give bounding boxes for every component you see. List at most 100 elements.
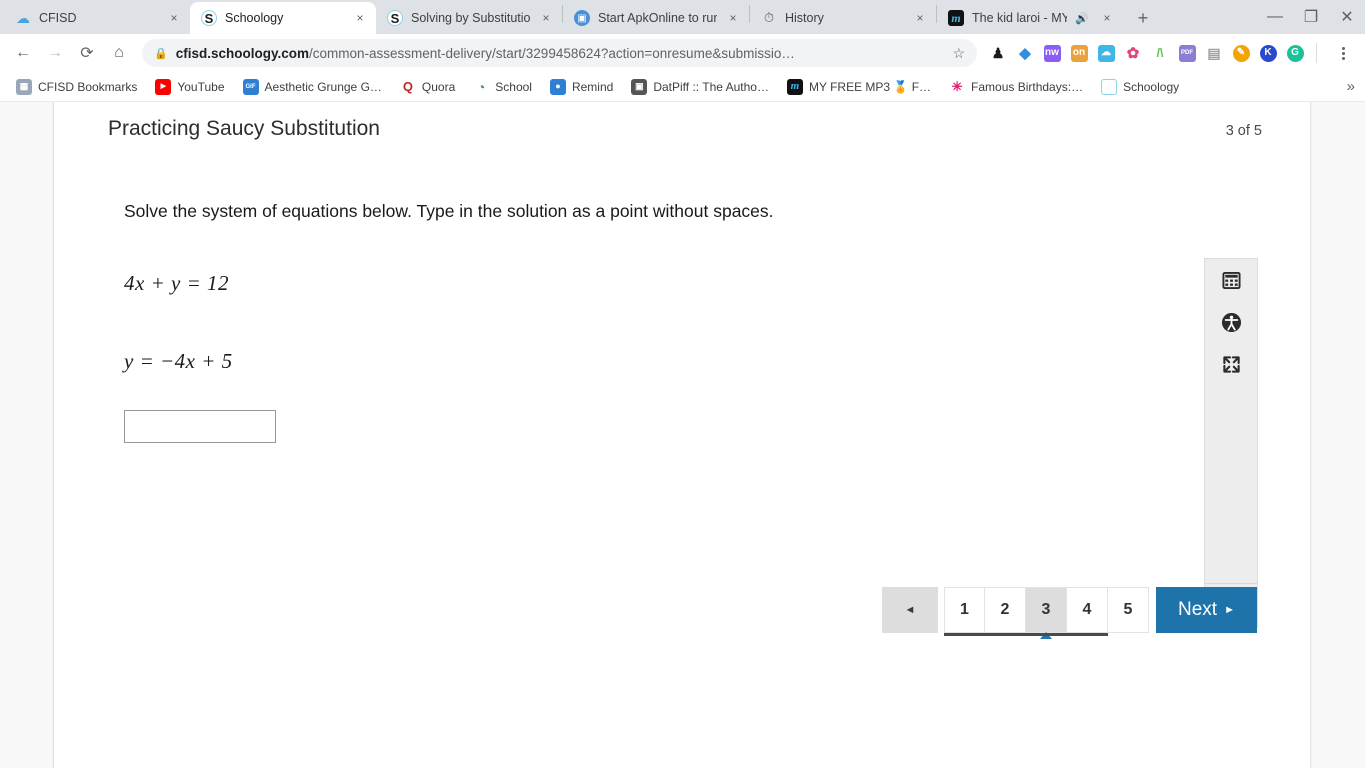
bookmark-label: CFISD Bookmarks	[38, 79, 138, 94]
pagination-page-5[interactable]: 5	[1108, 587, 1149, 633]
apk-icon: ▣	[574, 10, 590, 26]
page-viewport: Practicing Saucy Substitution 3 of 5 Sol…	[0, 102, 1365, 768]
bookmark-label: Famous Birthdays:…	[971, 79, 1084, 94]
next-button[interactable]: Next ►	[1156, 587, 1257, 633]
pagination-page-3[interactable]: 3	[1026, 587, 1067, 633]
url-domain: cfisd.schoology.com	[175, 45, 309, 61]
pagination-page-2[interactable]: 2	[985, 587, 1026, 633]
browser-menu-button[interactable]	[1329, 39, 1357, 67]
bookmark-schoology[interactable]: S Schoology	[1093, 75, 1187, 99]
fullscreen-icon[interactable]	[1204, 343, 1258, 385]
bookmark-aesthetic-grunge[interactable]: GIF Aesthetic Grunge G…	[235, 75, 390, 99]
browser-tab-cfisd[interactable]: ☁ CFISD ×	[4, 2, 190, 34]
bookmark-cfisd-bookmarks[interactable]: ▦ CFISD Bookmarks	[8, 75, 145, 99]
stack-gray-extension-icon[interactable]: ▤	[1201, 40, 1227, 66]
quora-icon: Q	[402, 79, 413, 94]
star-icon: ✳	[951, 79, 963, 94]
cloud-glyph: ☁	[1097, 44, 1115, 62]
tab-close-icon[interactable]: ×	[538, 10, 554, 26]
tab-title: CFISD	[39, 11, 77, 25]
cloud-icon: ☁	[16, 10, 30, 26]
kami-glyph: K	[1259, 44, 1277, 62]
extensions-area: ♟ ◆ nw on ☁ ✿ /\ PDF ▤ ✎ K G	[985, 40, 1308, 66]
maximize-icon[interactable]: ❐	[1293, 1, 1329, 33]
home-icon[interactable]: ⌂	[104, 38, 134, 68]
moon-on-extension-icon[interactable]: on	[1066, 40, 1092, 66]
diamond-glyph: ◆	[1019, 44, 1031, 62]
question-body: Solve the system of equations below. Typ…	[54, 141, 1310, 443]
bookmarks-overflow-button[interactable]: »	[1347, 78, 1355, 95]
forward-icon[interactable]: →	[40, 38, 70, 68]
pagination-page-4[interactable]: 4	[1067, 587, 1108, 633]
pagination-page-1[interactable]: 1	[944, 587, 985, 633]
bookmark-quora[interactable]: Q Quora	[392, 75, 463, 99]
tab-close-icon[interactable]: ×	[725, 10, 741, 26]
back-icon[interactable]: ←	[8, 38, 38, 68]
mp3-icon: m	[786, 78, 803, 95]
remind-icon: ●	[549, 78, 566, 95]
wheel-glyph: ✿	[1126, 44, 1140, 62]
ninja-extension-icon[interactable]: ♟	[985, 40, 1011, 66]
assessment-header: Practicing Saucy Substitution 3 of 5	[54, 102, 1310, 141]
browser-tab-schoology[interactable]: S Schoology ×	[190, 2, 376, 34]
diamond-extension-icon[interactable]: ◆	[1012, 40, 1038, 66]
datpiff-icon: ▣	[631, 78, 648, 95]
puzzle-nw-extension-icon[interactable]: nw	[1039, 40, 1065, 66]
slash-a-extension-icon[interactable]: /\	[1147, 40, 1173, 66]
color-wheel-extension-icon[interactable]: ✿	[1120, 40, 1146, 66]
tab-close-icon[interactable]: ×	[912, 10, 928, 26]
close-window-icon[interactable]: ✕	[1329, 1, 1365, 33]
assessment-card: Practicing Saucy Substitution 3 of 5 Sol…	[53, 102, 1311, 768]
bookmark-youtube[interactable]: ▶ YouTube	[147, 75, 232, 99]
bookmarks-bar: ▦ CFISD Bookmarks ▶ YouTube GIF Aestheti…	[0, 72, 1365, 102]
ninja-glyph: ♟	[991, 45, 1005, 61]
browser-tab-history[interactable]: ⏱ History ×	[750, 2, 936, 34]
minimize-icon[interactable]: —	[1257, 1, 1293, 33]
bookmark-label: Quora	[421, 79, 456, 94]
pdf-glyph: PDF	[1178, 44, 1196, 62]
nw-glyph: nw	[1043, 44, 1061, 62]
tab-audio-icon[interactable]: 🔊	[1075, 12, 1089, 25]
browser-tab-music[interactable]: m The kid laroi - MYF 🔊 ×	[937, 2, 1123, 34]
bookmark-star-icon[interactable]: ☆	[952, 45, 965, 62]
bookmark-school[interactable]: ◔ School	[465, 75, 540, 99]
reload-icon[interactable]: ⟳	[72, 38, 102, 68]
kami-extension-icon[interactable]: K	[1255, 40, 1281, 66]
browser-tab-solving-by-substitution[interactable]: S Solving by Substitution ×	[376, 2, 562, 34]
g-glyph: G	[1286, 44, 1304, 62]
stack-glyph: ▤	[1207, 45, 1221, 61]
bookmark-datpiff[interactable]: ▣ DatPiff :: The Autho…	[623, 75, 777, 99]
grammarly-glyph: ✎	[1232, 44, 1250, 62]
grammar-g-extension-icon[interactable]: G	[1282, 40, 1308, 66]
toolbar-divider	[1316, 43, 1317, 63]
accessibility-icon[interactable]	[1204, 301, 1258, 343]
folder-icon: ▦	[16, 78, 32, 95]
schoology-icon: S	[1101, 78, 1118, 95]
lock-icon: 🔒	[154, 47, 168, 60]
grammarly-extension-icon[interactable]: ✎	[1228, 40, 1254, 66]
tab-title: Solving by Substitution	[411, 11, 530, 25]
page-title: Practicing Saucy Substitution	[108, 117, 380, 140]
bookmark-famous-birthdays[interactable]: ✳ Famous Birthdays:…	[941, 75, 1091, 99]
cloud-blue-extension-icon[interactable]: ☁	[1093, 40, 1119, 66]
tab-close-icon[interactable]: ×	[1099, 10, 1115, 26]
new-tab-button[interactable]: +	[1129, 4, 1157, 32]
address-bar[interactable]: 🔒 cfisd.schoology.com/common-assessment-…	[142, 39, 977, 67]
pagination-prev-button[interactable]: ◄	[882, 587, 938, 633]
pdf-extension-icon[interactable]: PDF	[1174, 40, 1200, 66]
slash-glyph: /\	[1156, 46, 1164, 60]
address-bar-url: cfisd.schoology.com/common-assessment-de…	[176, 46, 939, 61]
bookmark-label: Schoology	[1123, 79, 1180, 94]
pagination-progress-underline	[944, 633, 1108, 636]
calculator-icon[interactable]	[1204, 259, 1258, 301]
tab-close-icon[interactable]: ×	[166, 10, 182, 26]
browser-tab-apkonline[interactable]: ▣ Start ApkOnline to run ×	[563, 2, 749, 34]
window-controls: — ❐ ✕	[1257, 0, 1365, 34]
answer-input[interactable]	[124, 409, 276, 443]
bookmark-my-free-mp3[interactable]: m MY FREE MP3 🏅 F…	[779, 75, 939, 99]
question-counter: 3 of 5	[1225, 123, 1262, 139]
url-path: /common-assessment-delivery/start/329945…	[308, 45, 795, 61]
tab-close-icon[interactable]: ×	[352, 10, 368, 26]
bookmark-remind[interactable]: ● Remind	[542, 75, 621, 99]
tab-title: History	[785, 11, 824, 25]
